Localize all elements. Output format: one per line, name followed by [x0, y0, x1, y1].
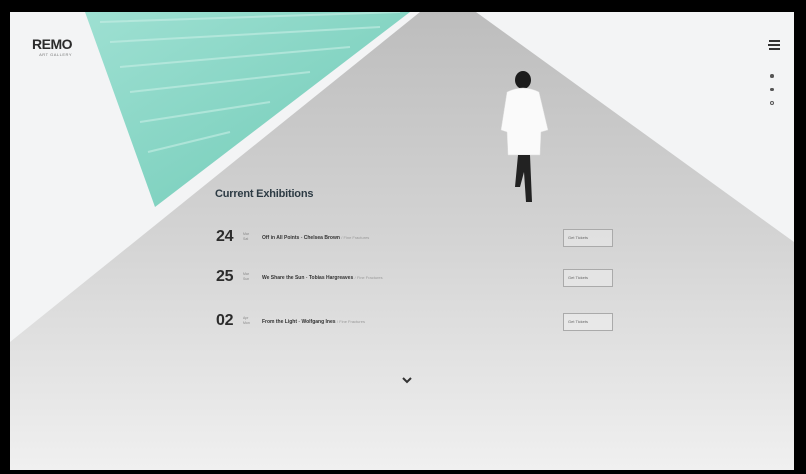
- dot-nav-icon[interactable]: [770, 101, 774, 105]
- exhibition-month: Mar Sun: [243, 272, 250, 281]
- exhibition-row: 02 Apr Mon From the Light - Wolfgang Ines…: [216, 312, 616, 334]
- dot-nav-icon[interactable]: [770, 87, 774, 91]
- exhibition-title[interactable]: From the Light - Wolfgang Ines / Fine Fr…: [262, 319, 365, 325]
- chevron-down-icon[interactable]: [401, 376, 413, 386]
- exhibition-title[interactable]: Off in All Points - Chelsea Brown / Fine…: [262, 235, 369, 241]
- exhibition-row: 25 Mar Sun We Share the Sun - Tobias Harg…: [216, 268, 616, 290]
- hero-section: REMO ART GALLERY Current Exhibitions 24 …: [10, 12, 794, 470]
- brand-name: REMO: [32, 36, 73, 52]
- exhibition-day: 02: [216, 312, 234, 329]
- exhibition-month: Apr Mon: [243, 316, 250, 325]
- exhibition-title[interactable]: We Share the Sun - Tobias Hargreaves / F…: [262, 275, 383, 281]
- brand-tagline: ART GALLERY: [39, 52, 72, 57]
- section-heading: Current Exhibitions: [215, 188, 314, 200]
- get-tickets-button[interactable]: Get Tickets: [563, 269, 613, 287]
- hamburger-icon[interactable]: [768, 40, 780, 52]
- dot-nav-icon[interactable]: [770, 74, 774, 78]
- exhibition-row: 24 Mar Sat Off in All Points - Chelsea Br…: [216, 228, 616, 250]
- get-tickets-button[interactable]: Get Tickets: [563, 313, 613, 331]
- exhibition-day: 24: [216, 228, 234, 245]
- section-dot-nav: [770, 74, 776, 115]
- exhibition-month: Mar Sat: [243, 232, 250, 241]
- get-tickets-button[interactable]: Get Tickets: [563, 229, 613, 247]
- brand-logo[interactable]: REMO ART GALLERY: [32, 36, 73, 57]
- exhibition-day: 25: [216, 268, 234, 285]
